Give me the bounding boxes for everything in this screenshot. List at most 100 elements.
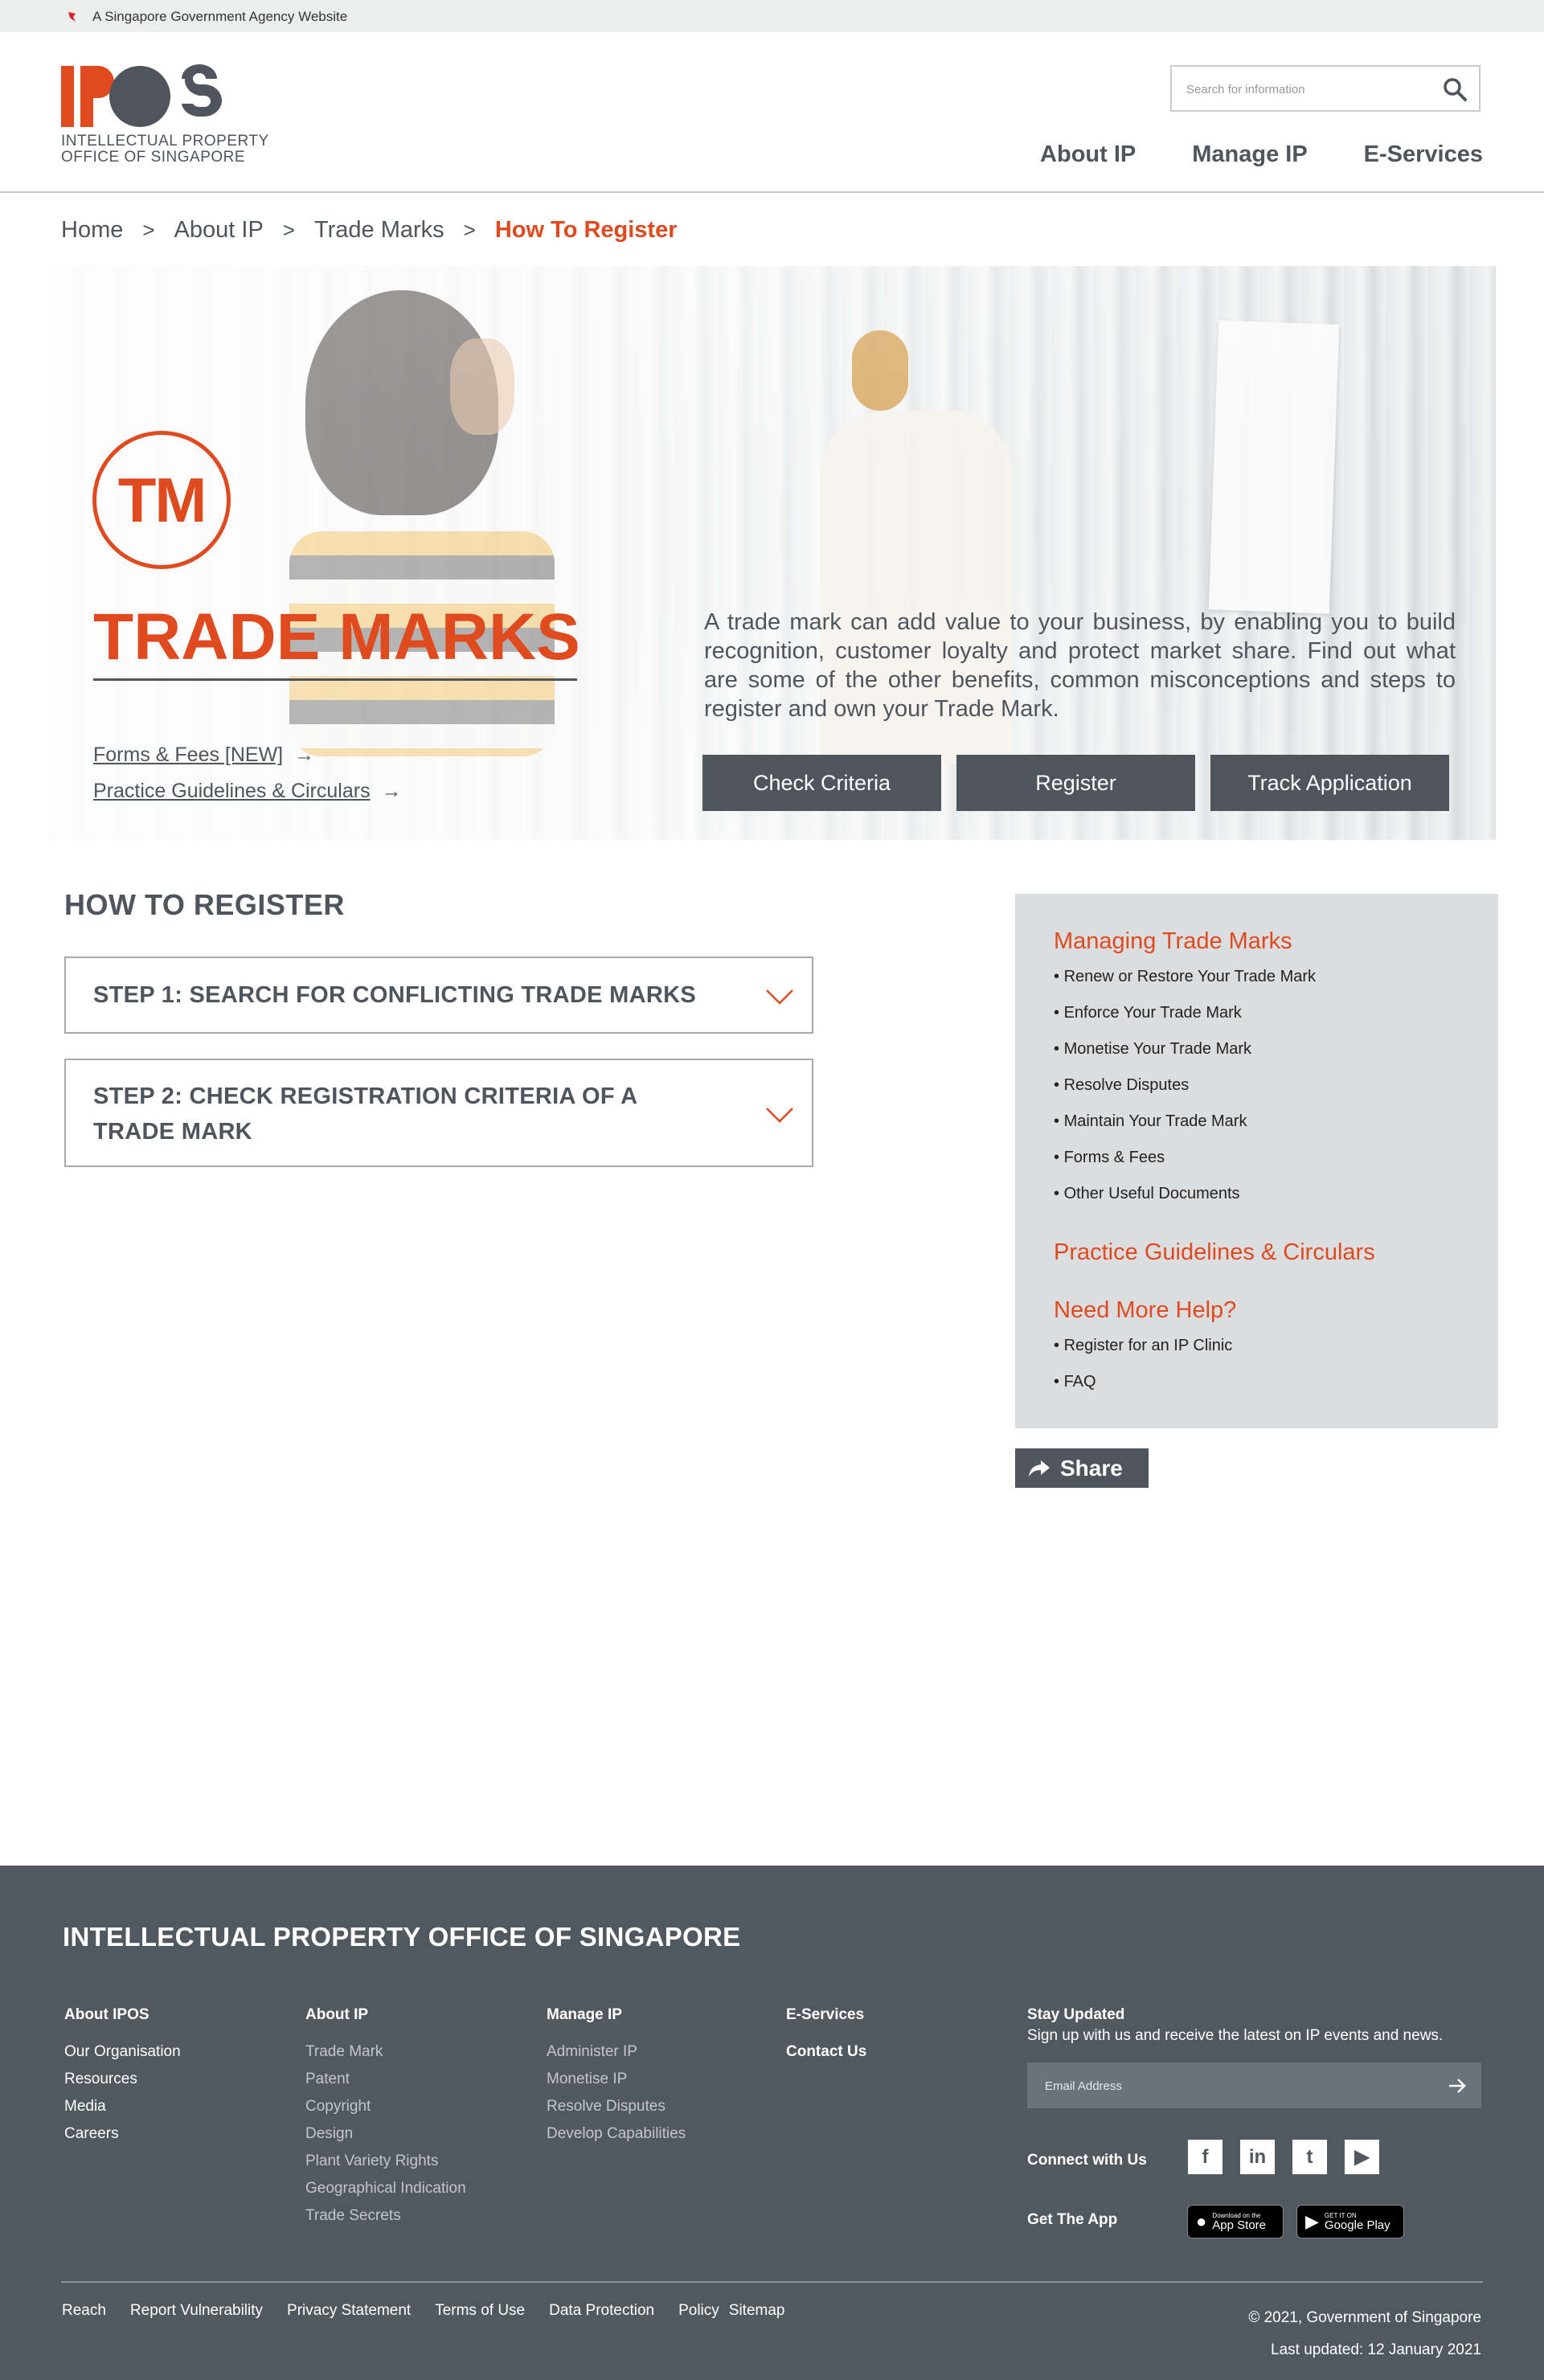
check-criteria-button[interactable]: Check Criteria	[702, 755, 941, 811]
ipos-logo-mark	[61, 64, 222, 127]
footer-heading[interactable]: Manage IP	[547, 2006, 686, 2029]
footer-heading[interactable]: E-Services	[786, 2006, 866, 2029]
footer-link[interactable]: Resolve Disputes	[547, 2098, 686, 2125]
footer-link[interactable]: Design	[305, 2125, 466, 2153]
google-play-badge[interactable]: ▶ GET IT ON Google Play	[1296, 2205, 1404, 2239]
main-nav: About IP Manage IP E-Services	[1040, 141, 1483, 168]
footer-link[interactable]: Media	[64, 2098, 181, 2125]
trademark-icon: TM	[92, 431, 231, 569]
footer-link-reach[interactable]: Reach	[62, 2302, 106, 2320]
nav-e-services[interactable]: E-Services	[1364, 141, 1483, 168]
accordion-step-1-label: STEP 1: SEARCH FOR CONFLICTING TRADE MAR…	[93, 982, 696, 1008]
gov-masthead-text: A Singapore Government Agency Website	[92, 9, 348, 24]
last-updated-text: Last updated: 12 January 2021	[1271, 2341, 1481, 2358]
youtube-glyph: ▶	[1354, 2146, 1370, 2168]
nav-about-ip[interactable]: About IP	[1040, 141, 1136, 168]
search-icon[interactable]	[1442, 76, 1468, 102]
newsletter-form	[1027, 2063, 1481, 2108]
footer-link-report-vulnerability[interactable]: Report Vulnerability	[130, 2302, 263, 2320]
logo-caption-line1: INTELLECTUAL PROPERTY	[61, 133, 269, 150]
breadcrumb-current: How To Register	[494, 217, 678, 243]
practice-guidelines-sidebar-link[interactable]: Practice Guidelines & Circulars	[1054, 1239, 1375, 1266]
logo-caption: INTELLECTUAL PROPERTY OFFICE OF SINGAPOR…	[61, 133, 269, 166]
arrow-right-icon: →	[381, 780, 402, 802]
footer-link[interactable]: Copyright	[305, 2098, 466, 2125]
accordion-step-1[interactable]: STEP 1: SEARCH FOR CONFLICTING TRADE MAR…	[64, 957, 813, 1034]
footer-link[interactable]: Develop Capabilities	[547, 2125, 686, 2153]
footer-link-sitemap[interactable]: Sitemap	[729, 2302, 785, 2320]
chevron-down-icon	[766, 1108, 793, 1123]
share-button[interactable]: Share	[1015, 1448, 1149, 1488]
footer-link[interactable]: Careers	[64, 2125, 181, 2153]
footer-col-e-services: E-Services Contact Us	[786, 2006, 866, 2080]
arrow-right-icon: →	[294, 743, 315, 766]
help-list: Register for an IP Clinic FAQ	[1054, 1337, 1233, 1409]
sidebar-item[interactable]: Register for an IP Clinic	[1054, 1337, 1233, 1373]
footer-link-terms[interactable]: Terms of Use	[435, 2302, 525, 2320]
sidebar-item[interactable]: Monetise Your Trade Mark	[1054, 1040, 1316, 1076]
email-field[interactable]	[1045, 2076, 1431, 2095]
breadcrumb-separator: >	[463, 218, 476, 242]
footer-heading[interactable]: About IPOS	[64, 2006, 181, 2029]
sidebar-item[interactable]: FAQ	[1054, 1373, 1232, 1409]
sidebar-item[interactable]: Other Useful Documents	[1054, 1185, 1316, 1221]
linkedin-glyph: in	[1248, 2145, 1267, 2168]
footer-link[interactable]: Trade Secrets	[305, 2207, 466, 2235]
practice-guidelines-link[interactable]: Practice Guidelines & Circulars →	[93, 780, 402, 803]
footer-link-privacy[interactable]: Privacy Statement	[287, 2302, 411, 2320]
footer-heading[interactable]: About IP	[305, 2006, 466, 2029]
ipos-logo[interactable]: INTELLECTUAL PROPERTY OFFICE OF SINGAPOR…	[61, 63, 270, 171]
breadcrumb-trade-marks[interactable]: Trade Marks	[314, 217, 444, 244]
site-header: INTELLECTUAL PROPERTY OFFICE OF SINGAPOR…	[0, 32, 1544, 193]
accordion-step-2[interactable]: STEP 2: CHECK REGISTRATION CRITERIA OF A…	[64, 1059, 813, 1167]
arrow-right-icon[interactable]	[1446, 2075, 1468, 2097]
linkedin-icon[interactable]: in	[1240, 2140, 1275, 2174]
forms-fees-link[interactable]: Forms & Fees [NEW] →	[93, 743, 314, 767]
breadcrumb-about-ip[interactable]: About IP	[174, 217, 264, 244]
facebook-icon[interactable]: f	[1188, 2140, 1223, 2174]
share-button-label: Share	[1060, 1455, 1123, 1481]
sidebar: Managing Trade Marks Renew or Restore Yo…	[1015, 894, 1498, 1428]
managing-trade-marks-link[interactable]: Managing Trade Marks	[1054, 928, 1292, 955]
footer-link-policy[interactable]: Policy	[678, 2302, 719, 2320]
register-button[interactable]: Register	[956, 755, 1195, 811]
connect-label: Connect with Us	[1027, 2152, 1147, 2169]
footer-link-data-protection[interactable]: Data Protection	[549, 2302, 654, 2320]
twitter-icon[interactable]: t	[1292, 2140, 1327, 2174]
hero-description: A trade mark can add value to your busin…	[704, 609, 1456, 722]
nav-manage-ip[interactable]: Manage IP	[1192, 141, 1307, 168]
sidebar-item[interactable]: Maintain Your Trade Mark	[1054, 1112, 1316, 1149]
footer-contact-us[interactable]: Contact Us	[786, 2043, 866, 2066]
sidebar-item[interactable]: Enforce Your Trade Mark	[1054, 1004, 1316, 1040]
footer-link[interactable]: Geographical Indication	[305, 2180, 466, 2207]
app-store-badge[interactable]: ● Download on the App Store	[1187, 2205, 1284, 2239]
youtube-icon[interactable]: ▶	[1345, 2140, 1379, 2174]
accordion-step-2-label: STEP 2: CHECK REGISTRATION CRITERIA OF A…	[93, 1083, 637, 1145]
footer-link[interactable]: Trade Mark	[305, 2043, 466, 2071]
footer-col-about-ip: About IP Trade Mark Patent Copyright Des…	[305, 2006, 466, 2235]
footer-link[interactable]: Monetise IP	[547, 2071, 686, 2098]
site-footer: INTELLECTUAL PROPERTY OFFICE OF SINGAPOR…	[0, 1866, 1544, 2380]
singapore-lion-icon	[68, 12, 76, 22]
stay-updated: Stay Updated Sign up with us and receive…	[1027, 2006, 1443, 2045]
need-more-help-heading: Need More Help?	[1054, 1297, 1237, 1323]
sidebar-item[interactable]: Resolve Disputes	[1054, 1076, 1316, 1112]
sidebar-item[interactable]: Forms & Fees	[1054, 1149, 1316, 1185]
track-application-button[interactable]: Track Application	[1210, 755, 1449, 811]
footer-link[interactable]: Our Organisation	[64, 2043, 181, 2071]
footer-col-manage-ip: Manage IP Administer IP Monetise IP Reso…	[547, 2006, 686, 2153]
stay-updated-text: Sign up with us and receive the latest o…	[1027, 2027, 1444, 2044]
footer-link[interactable]: Resources	[64, 2071, 181, 2098]
footer-divider	[61, 2281, 1483, 2283]
copyright-text: © 2021, Government of Singapore	[1248, 2309, 1481, 2326]
footer-link[interactable]: Administer IP	[547, 2043, 686, 2071]
breadcrumb-home[interactable]: Home	[61, 217, 123, 244]
sidebar-item[interactable]: Renew or Restore Your Trade Mark	[1054, 968, 1317, 1004]
hero-title: TRADE MARKS	[93, 600, 580, 674]
footer-link[interactable]: Patent	[305, 2071, 466, 2098]
search-input[interactable]	[1186, 80, 1427, 99]
footer-org-name: INTELLECTUAL PROPERTY OFFICE OF SINGAPOR…	[63, 1922, 741, 1952]
app-store-text: App Store	[1212, 2218, 1267, 2232]
footer-link[interactable]: Plant Variety Rights	[305, 2153, 466, 2180]
twitter-glyph: t	[1306, 2145, 1313, 2168]
